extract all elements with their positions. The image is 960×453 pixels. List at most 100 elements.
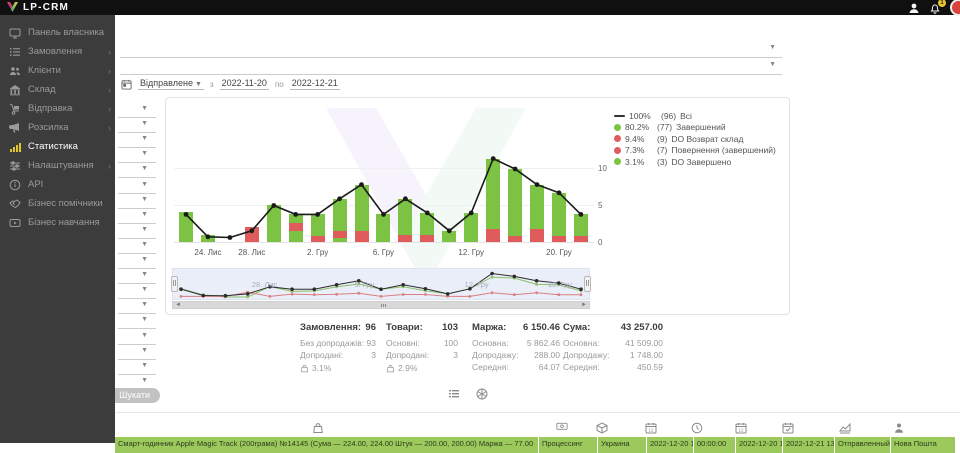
bar-segment[interactable]	[574, 214, 588, 236]
bar-segment[interactable]	[398, 199, 412, 236]
date-type-select[interactable]: Відправлене▼	[138, 78, 204, 90]
table-row[interactable]: Смарт-годинник Apple Magic Track (200гра…	[115, 437, 960, 453]
banknote-icon[interactable]	[556, 422, 568, 434]
navigator-date-label: 19. Гру	[548, 280, 572, 289]
package-icon[interactable]	[596, 422, 608, 434]
filter-select-4[interactable]: ▼	[118, 148, 156, 163]
bar-segment[interactable]	[267, 205, 281, 242]
bar-segment[interactable]	[201, 235, 215, 242]
bar-segment[interactable]	[333, 199, 347, 231]
navigator-left-handle[interactable]	[171, 276, 178, 292]
bar-segment[interactable]	[420, 213, 434, 235]
stat-column-2: Товари:103Основні:100Допродані:32.9%	[386, 322, 458, 373]
sidebar-item-7[interactable]: Налаштування›	[0, 156, 115, 175]
scroll-left-icon[interactable]: ◄	[175, 302, 181, 309]
filter-select-14[interactable]: ▼	[118, 299, 156, 314]
app-logo[interactable]: LP-CRM	[6, 1, 69, 13]
bar-segment[interactable]	[289, 214, 303, 222]
filter-select-16[interactable]: ▼	[118, 330, 156, 345]
bar-segment[interactable]	[398, 235, 412, 242]
sidebar-item-4[interactable]: Відправка›	[0, 99, 115, 118]
bar-segment[interactable]	[486, 159, 500, 230]
filter-select-15[interactable]: ▼	[118, 314, 156, 329]
filter-select-top-1[interactable]: ▼	[120, 41, 782, 58]
filter-select-8[interactable]: ▼	[118, 209, 156, 224]
bar-segment[interactable]	[311, 214, 325, 236]
filter-select-11[interactable]: ▼	[118, 254, 156, 269]
user-avatar[interactable]	[950, 0, 960, 16]
filter-select-18[interactable]: ▼	[118, 360, 156, 375]
filter-select-9[interactable]: ▼	[118, 224, 156, 239]
calendar-icon[interactable]: 12	[645, 422, 657, 434]
filter-select-3[interactable]: ▼	[118, 133, 156, 148]
bag-icon[interactable]	[312, 422, 324, 434]
filter-select-7[interactable]: ▼	[118, 194, 156, 209]
date-from-label: з	[210, 80, 214, 89]
bar-segment[interactable]	[355, 185, 369, 231]
bar-segment[interactable]	[376, 214, 390, 242]
bar-segment[interactable]	[486, 229, 500, 242]
calendar-check-icon[interactable]	[782, 422, 794, 434]
bag-icon	[300, 364, 309, 373]
table-cell[interactable]: Отправленный	[835, 437, 890, 453]
bar-segment[interactable]	[355, 231, 369, 242]
filter-select-12[interactable]: ▼	[118, 269, 156, 284]
bar-segment[interactable]	[289, 231, 303, 242]
sidebar-nav: Панель власникаЗамовлення›Клієнти›Склад›…	[0, 15, 115, 443]
table-cell[interactable]: 2022-12-20 14:19:04	[647, 437, 693, 453]
chevron-down-icon: ▼	[141, 362, 148, 369]
person-icon[interactable]	[893, 422, 905, 434]
sidebar-item-2[interactable]: Клієнти›	[0, 61, 115, 80]
barchart-icon	[8, 140, 21, 153]
filter-select-2[interactable]: ▼	[118, 118, 156, 133]
chart-range-navigator[interactable]: 28. Лис5. Гру12. Гру19. Гру	[172, 268, 590, 300]
chart-scrollbar[interactable]: ◄ ►	[172, 301, 590, 309]
filter-select-13[interactable]: ▼	[118, 284, 156, 299]
filter-select-1[interactable]: ▼	[118, 103, 156, 118]
scrollbar-grip[interactable]	[381, 304, 386, 307]
clock-icon[interactable]	[691, 422, 703, 434]
sidebar-item-10[interactable]: Бізнес навчання	[0, 213, 115, 232]
table-cell[interactable]: Украина	[598, 437, 646, 453]
bar-segment[interactable]	[530, 185, 544, 230]
package-view-icon[interactable]	[476, 388, 488, 400]
bar-segment[interactable]	[333, 231, 347, 238]
filter-select-top-2[interactable]: ▼	[120, 58, 782, 75]
list-view-icon[interactable]	[448, 388, 460, 400]
navigator-right-handle[interactable]	[584, 276, 591, 292]
filter-select-17[interactable]: ▼	[118, 345, 156, 360]
notifications-bell-icon[interactable]: 1	[929, 2, 941, 14]
filter-select-5[interactable]: ▼	[118, 163, 156, 178]
bar-segment[interactable]	[289, 223, 303, 231]
filter-select-10[interactable]: ▼	[118, 239, 156, 254]
sidebar-item-0[interactable]: Панель власника	[0, 23, 115, 42]
table-cell[interactable]: Нова Пошта	[891, 437, 955, 453]
profile-icon[interactable]	[908, 2, 920, 14]
x-axis-tick: 6. Гру	[373, 248, 394, 257]
sidebar-item-8[interactable]: API	[0, 175, 115, 194]
bar-segment[interactable]	[420, 235, 434, 242]
table-cell[interactable]: Процессинг	[539, 437, 597, 453]
date-from-input[interactable]: 2022-11-20	[220, 78, 269, 90]
bar-segment[interactable]	[552, 193, 566, 236]
area-chart-icon[interactable]	[839, 422, 851, 434]
table-cell[interactable]: 00:00:00	[694, 437, 735, 453]
scroll-right-icon[interactable]: ►	[581, 302, 587, 309]
bar-segment[interactable]	[530, 229, 544, 242]
bar-segment[interactable]	[442, 231, 456, 242]
table-cell[interactable]: Смарт-годинник Apple Magic Track (200гра…	[115, 437, 538, 453]
table-cell[interactable]: 2022-12-21 13:07:05	[783, 437, 834, 453]
bar-segment[interactable]	[179, 212, 193, 242]
table-cell[interactable]: 2022-12-20 15:00:00	[736, 437, 782, 453]
bar-segment[interactable]	[245, 227, 259, 242]
sidebar-item-5[interactable]: Розсилка›	[0, 118, 115, 137]
calendar-icon[interactable]: 12	[735, 422, 747, 434]
bar-segment[interactable]	[508, 169, 522, 236]
sidebar-item-3[interactable]: Склад›	[0, 80, 115, 99]
sidebar-item-1[interactable]: Замовлення›	[0, 42, 115, 61]
filter-select-6[interactable]: ▼	[118, 179, 156, 194]
sidebar-item-6[interactable]: Статистика	[0, 137, 115, 156]
date-to-input[interactable]: 2022-12-21	[290, 78, 340, 90]
sidebar-item-9[interactable]: Бізнес помічники	[0, 194, 115, 213]
bar-segment[interactable]	[464, 213, 478, 242]
